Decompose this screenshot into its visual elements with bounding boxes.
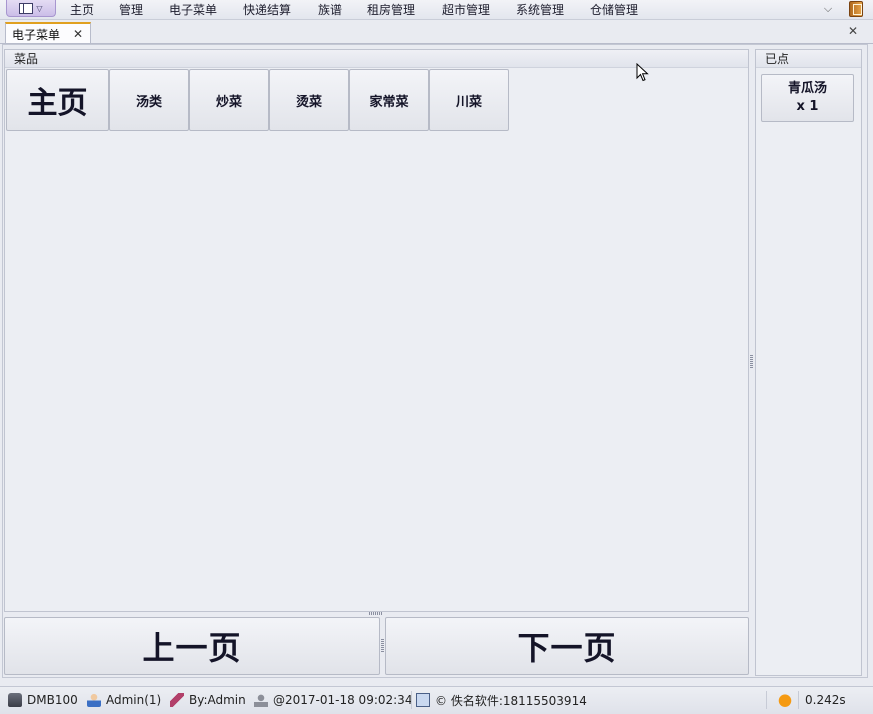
menu-item-warehouse[interactable]: 仓储管理: [590, 2, 638, 18]
tab-emenu[interactable]: 电子菜单 ✕: [5, 22, 91, 44]
status-operator: By:Admin: [170, 687, 246, 713]
status-database: DMB100: [8, 687, 78, 713]
prev-page-button[interactable]: 上一页: [4, 617, 380, 675]
login-datetime: @2017-01-18 09:02:34: [273, 693, 413, 707]
panel-icon: [19, 2, 34, 14]
ordered-item-qty: x 1: [796, 99, 819, 114]
menu-item-manage[interactable]: 管理: [119, 2, 143, 18]
operator-name: By:Admin: [189, 693, 246, 707]
status-copyright: © 佚名软件:18115503914: [416, 687, 587, 713]
category-sichuan-button[interactable]: 川菜: [429, 69, 509, 131]
monitor-icon: [416, 693, 430, 707]
stamp-icon: [254, 693, 268, 707]
category-hotpot-button[interactable]: 烫菜: [269, 69, 349, 131]
book-icon[interactable]: [849, 1, 863, 17]
elapsed-time: 0.242s: [805, 693, 846, 707]
category-soup-button[interactable]: 汤类: [109, 69, 189, 131]
horizontal-splitter-grip[interactable]: [369, 612, 383, 615]
category-home-button[interactable]: 主页: [6, 69, 109, 131]
category-homestyle-button[interactable]: 家常菜: [349, 69, 429, 131]
ordered-panel-title: 已点: [756, 50, 861, 68]
ordered-panel: 已点: [755, 49, 862, 676]
pager-splitter-grip[interactable]: [381, 639, 384, 653]
database-name: DMB100: [27, 693, 78, 707]
document-tab-strip: 电子菜单 ✕ ✕: [0, 20, 873, 44]
app-menu-button[interactable]: ▽: [6, 0, 56, 17]
user-icon: [87, 693, 101, 707]
ordered-item-button[interactable]: 青瓜汤 x 1: [761, 74, 854, 122]
ordered-item-name: 青瓜汤: [787, 81, 827, 96]
user-name: Admin(1): [106, 693, 162, 707]
category-stirfry-button[interactable]: 炒菜: [189, 69, 269, 131]
mouse-cursor-icon: [636, 63, 649, 82]
status-separator: [766, 691, 767, 709]
alarm-icon[interactable]: [778, 693, 792, 707]
copyright-text: © 佚名软件:18115503914: [435, 693, 587, 708]
menu-item-rental[interactable]: 租房管理: [367, 2, 415, 18]
menu-bar: ▽ 主页 管理 电子菜单 快递结算 族谱 租房管理 超市管理 系统管理 仓储管理…: [0, 0, 873, 20]
menu-item-market[interactable]: 超市管理: [442, 2, 490, 18]
menu-item-genealogy[interactable]: 族谱: [318, 2, 342, 18]
status-separator: [411, 691, 412, 709]
status-alert[interactable]: [778, 687, 797, 713]
chevron-down-icon[interactable]: ⌵: [821, 2, 835, 16]
status-user: Admin(1): [87, 687, 161, 713]
menu-item-home[interactable]: 主页: [70, 2, 94, 18]
caret-down-icon: ▽: [36, 3, 43, 13]
close-icon[interactable]: ✕: [848, 24, 858, 38]
dishes-panel: 菜品: [4, 49, 749, 612]
status-datetime: @2017-01-18 09:02:34: [254, 687, 412, 713]
status-bar: DMB100 Admin(1) By:Admin @2017-01-18 09:…: [0, 686, 873, 714]
menu-item-express[interactable]: 快递结算: [243, 2, 291, 18]
tab-label: 电子菜单: [12, 27, 61, 42]
database-icon: [8, 693, 22, 707]
tab-close-icon[interactable]: ✕: [73, 27, 83, 41]
vertical-splitter-grip[interactable]: [750, 355, 753, 369]
menu-item-system[interactable]: 系统管理: [516, 2, 564, 18]
feather-icon: [170, 693, 184, 707]
status-elapsed: 0.242s: [805, 687, 846, 713]
next-page-button[interactable]: 下一页: [385, 617, 749, 675]
menu-item-emenu[interactable]: 电子菜单: [169, 2, 217, 18]
status-separator: [798, 691, 799, 709]
